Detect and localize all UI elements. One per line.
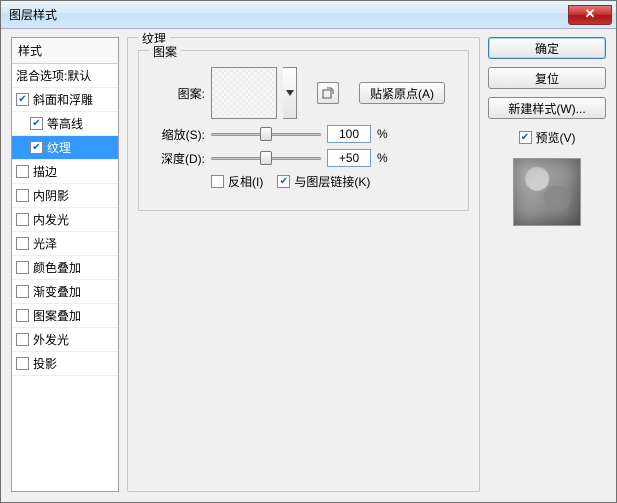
chevron-down-icon (286, 90, 294, 96)
pattern-legend: 图案 (149, 43, 181, 60)
percent-unit: % (377, 151, 391, 165)
depth-slider[interactable] (211, 149, 321, 167)
style-item-checkbox[interactable] (16, 285, 29, 298)
action-column: 确定 复位 新建样式(W)... 预览(V) (488, 37, 606, 492)
pattern-row: 图案: 贴紧原点(A) (151, 67, 456, 119)
style-item-7[interactable]: 颜色叠加 (12, 256, 118, 280)
new-preset-icon (321, 86, 335, 100)
style-item-label: 等高线 (47, 115, 83, 132)
pattern-swatch[interactable] (211, 67, 277, 119)
style-item-label: 渐变叠加 (33, 283, 81, 300)
style-item-label: 内阴影 (33, 187, 69, 204)
style-item-label: 光泽 (33, 235, 57, 252)
style-item-label: 外发光 (33, 331, 69, 348)
preview-checkbox-wrap[interactable]: 预览(V) (488, 129, 606, 146)
style-item-checkbox[interactable] (30, 117, 43, 130)
style-item-checkbox[interactable] (16, 189, 29, 202)
style-item-checkbox[interactable] (16, 309, 29, 322)
style-item-checkbox[interactable] (16, 237, 29, 250)
scale-row: 缩放(S): 100 % (151, 125, 456, 143)
scale-label: 缩放(S): (151, 126, 205, 143)
new-style-button[interactable]: 新建样式(W)... (488, 97, 606, 119)
snap-origin-label: 贴紧原点(A) (370, 85, 434, 102)
link-checkbox-wrap[interactable]: 与图层链接(K) (277, 173, 370, 190)
texture-group: 纹理 图案 图案: (127, 37, 480, 492)
blending-options-label: 混合选项:默认 (16, 67, 91, 84)
pattern-fieldset: 图案 图案: 贴紧原点(A) (138, 50, 469, 211)
style-item-checkbox[interactable] (16, 333, 29, 346)
style-item-label: 纹理 (47, 139, 71, 156)
blending-options-row[interactable]: 混合选项:默认 (12, 64, 118, 88)
style-item-6[interactable]: 光泽 (12, 232, 118, 256)
style-item-10[interactable]: 外发光 (12, 328, 118, 352)
depth-label: 深度(D): (151, 150, 205, 167)
style-item-label: 斜面和浮雕 (33, 91, 93, 108)
style-item-8[interactable]: 渐变叠加 (12, 280, 118, 304)
scale-slider[interactable] (211, 125, 321, 143)
window-title: 图层样式 (1, 6, 57, 23)
slider-thumb[interactable] (260, 127, 272, 141)
style-item-11[interactable]: 投影 (12, 352, 118, 376)
style-item-checkbox[interactable] (16, 261, 29, 274)
scale-value-input[interactable]: 100 (327, 125, 371, 143)
slider-thumb[interactable] (260, 151, 272, 165)
ok-label: 确定 (535, 40, 559, 57)
depth-row: 深度(D): +50 % (151, 149, 456, 167)
style-item-label: 图案叠加 (33, 307, 81, 324)
preview-checkbox[interactable] (519, 131, 532, 144)
pattern-dropdown-button[interactable] (283, 67, 297, 119)
link-checkbox[interactable] (277, 175, 290, 188)
style-item-9[interactable]: 图案叠加 (12, 304, 118, 328)
style-item-4[interactable]: 内阴影 (12, 184, 118, 208)
style-item-label: 内发光 (33, 211, 69, 228)
styles-panel: 样式 混合选项:默认 斜面和浮雕等高线纹理描边内阴影内发光光泽颜色叠加渐变叠加图… (11, 37, 119, 492)
titlebar: 图层样式 ✕ (1, 1, 616, 29)
style-item-checkbox[interactable] (16, 165, 29, 178)
style-item-checkbox[interactable] (16, 213, 29, 226)
ok-button[interactable]: 确定 (488, 37, 606, 59)
snap-origin-button[interactable]: 贴紧原点(A) (359, 82, 445, 104)
reset-label: 复位 (535, 70, 559, 87)
style-item-0[interactable]: 斜面和浮雕 (12, 88, 118, 112)
style-item-5[interactable]: 内发光 (12, 208, 118, 232)
close-button[interactable]: ✕ (568, 5, 612, 25)
style-item-checkbox[interactable] (16, 93, 29, 106)
styles-list: 斜面和浮雕等高线纹理描边内阴影内发光光泽颜色叠加渐变叠加图案叠加外发光投影 (12, 88, 118, 376)
reset-button[interactable]: 复位 (488, 67, 606, 89)
style-item-label: 描边 (33, 163, 57, 180)
percent-unit: % (377, 127, 391, 141)
depth-value-input[interactable]: +50 (327, 149, 371, 167)
new-style-label: 新建样式(W)... (508, 100, 585, 117)
style-item-1[interactable]: 等高线 (12, 112, 118, 136)
invert-checkbox[interactable] (211, 175, 224, 188)
styles-header: 样式 (12, 38, 118, 64)
style-item-3[interactable]: 描边 (12, 160, 118, 184)
pattern-label: 图案: (151, 85, 205, 102)
style-item-label: 投影 (33, 355, 57, 372)
preview-thumbnail (513, 158, 581, 226)
style-item-label: 颜色叠加 (33, 259, 81, 276)
link-label: 与图层链接(K) (294, 173, 370, 190)
layer-style-dialog: 图层样式 ✕ 样式 混合选项:默认 斜面和浮雕等高线纹理描边内阴影内发光光泽颜色… (0, 0, 617, 503)
invert-label: 反相(I) (228, 173, 263, 190)
preview-label: 预览(V) (536, 129, 576, 146)
invert-checkbox-wrap[interactable]: 反相(I) (211, 173, 263, 190)
style-item-2[interactable]: 纹理 (12, 136, 118, 160)
options-row: 反相(I) 与图层链接(K) (151, 173, 456, 190)
new-pattern-button[interactable] (317, 82, 339, 104)
style-item-checkbox[interactable] (16, 357, 29, 370)
dialog-body: 样式 混合选项:默认 斜面和浮雕等高线纹理描边内阴影内发光光泽颜色叠加渐变叠加图… (1, 29, 616, 502)
style-item-checkbox[interactable] (30, 141, 43, 154)
